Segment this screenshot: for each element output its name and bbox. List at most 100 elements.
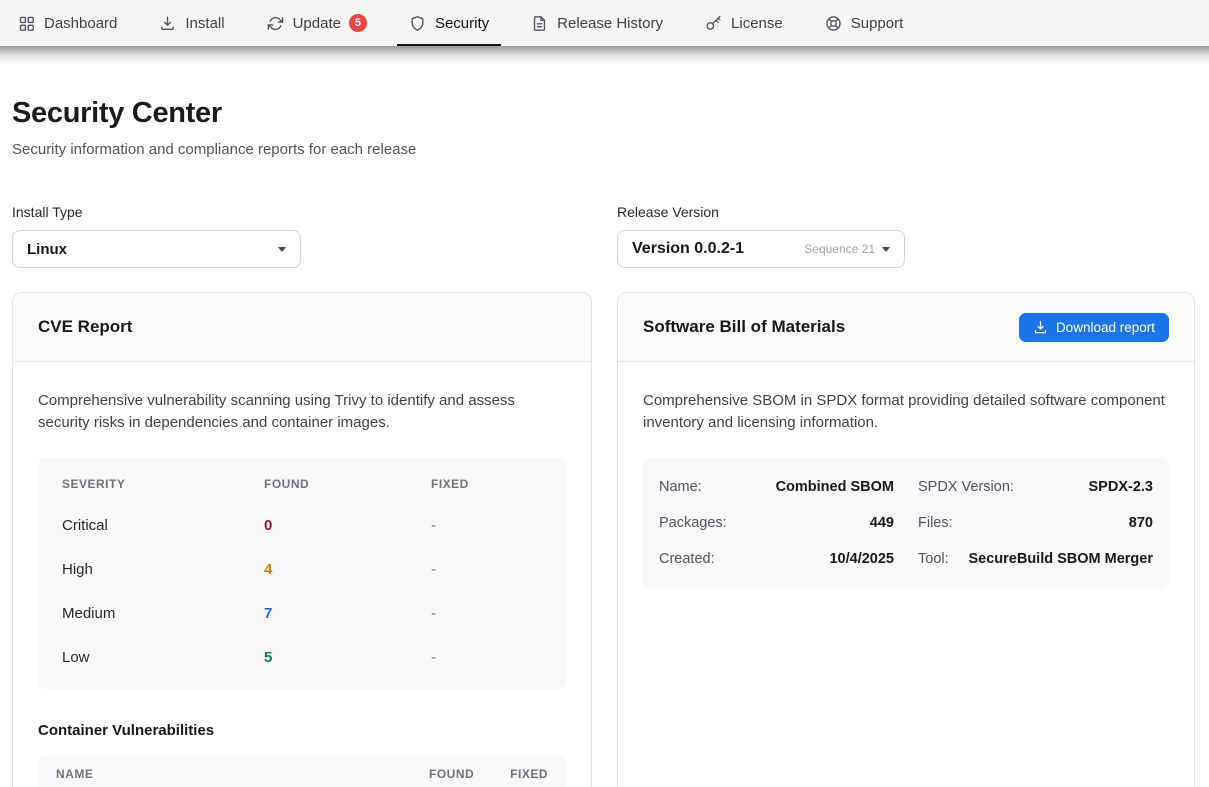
- nav-item-security[interactable]: Security: [397, 0, 501, 46]
- sbom-detail-files: Files: 870: [918, 505, 1153, 541]
- detail-label: Created:: [659, 551, 715, 567]
- release-version-filter: Release Version Version 0.0.2-1 Sequence…: [617, 204, 1195, 268]
- severity-table-header: SEVERITY FOUND FIXED: [38, 465, 566, 503]
- detail-label: Name:: [659, 479, 702, 495]
- update-count-badge: 5: [349, 14, 367, 32]
- nav-label: License: [731, 15, 783, 32]
- sbom-details-grid: Name: Combined SBOM SPDX Version: SPDX-2…: [659, 469, 1153, 577]
- table-row: Low 5 -: [38, 635, 566, 679]
- nav-label: Security: [435, 15, 489, 32]
- fixed-column-header: FIXED: [431, 477, 542, 491]
- nav-label: Update: [293, 15, 341, 32]
- download-report-button[interactable]: Download report: [1019, 313, 1169, 342]
- sbom-details-box: Name: Combined SBOM SPDX Version: SPDX-2…: [643, 457, 1169, 589]
- top-navbar: Dashboard Install Update 5 Security: [0, 0, 1209, 46]
- shield-icon: [409, 15, 426, 32]
- refresh-icon: [267, 15, 284, 32]
- nav-item-install[interactable]: Install: [147, 0, 236, 46]
- severity-label: Medium: [62, 605, 264, 622]
- sbom-detail-created: Created: 10/4/2025: [659, 541, 894, 577]
- sbom-card-body: Comprehensive SBOM in SPDX format provid…: [618, 362, 1194, 617]
- container-vulnerabilities-section: Container Vulnerabilities NAME FOUND FIX…: [38, 722, 566, 787]
- nav-label: Install: [185, 15, 224, 32]
- nav-scroll-shadow: [0, 46, 1209, 65]
- table-row: High 4 -: [38, 547, 566, 591]
- release-version-value: Version 0.0.2-1: [632, 240, 744, 258]
- detail-value: 870: [1129, 515, 1153, 531]
- found-count: 4: [264, 561, 431, 578]
- found-count: 0: [264, 517, 431, 534]
- sbom-detail-spdx-version: SPDX Version: SPDX-2.3: [918, 469, 1153, 505]
- chevron-down-icon: [278, 247, 286, 252]
- lifebuoy-icon: [825, 15, 842, 32]
- severity-label: Critical: [62, 517, 264, 534]
- cve-description: Comprehensive vulnerability scanning usi…: [38, 390, 566, 433]
- download-report-label: Download report: [1056, 320, 1155, 335]
- download-icon: [159, 15, 176, 32]
- severity-label: High: [62, 561, 264, 578]
- detail-label: Packages:: [659, 515, 727, 531]
- download-icon: [1033, 320, 1048, 335]
- fixed-column-header: FIXED: [510, 767, 548, 781]
- cve-card-body: Comprehensive vulnerability scanning usi…: [13, 362, 591, 787]
- found-column-header: FOUND: [429, 767, 474, 781]
- fixed-count: -: [431, 649, 542, 666]
- sbom-card-header: Software Bill of Materials Download repo…: [618, 293, 1194, 362]
- name-column-header: NAME: [56, 767, 429, 781]
- detail-label: SPDX Version:: [918, 479, 1014, 495]
- install-type-filter: Install Type Linux: [12, 204, 592, 268]
- fixed-count: -: [431, 605, 542, 622]
- found-count: 7: [264, 605, 431, 622]
- main-content: Security Center Security information and…: [0, 97, 1209, 787]
- nav-item-license[interactable]: License: [693, 0, 795, 46]
- sequence-badge: Sequence 21: [804, 242, 875, 256]
- fixed-count: -: [431, 561, 542, 578]
- found-count: 5: [264, 649, 431, 666]
- detail-label: Tool:: [918, 551, 949, 567]
- detail-value: 10/4/2025: [829, 551, 894, 567]
- nav-label: Support: [851, 15, 904, 32]
- nav-item-update[interactable]: Update 5: [255, 0, 379, 46]
- sbom-detail-name: Name: Combined SBOM: [659, 469, 894, 505]
- sbom-detail-tool: Tool: SecureBuild SBOM Merger: [918, 541, 1153, 577]
- chevron-down-icon: [882, 247, 890, 252]
- sbom-card: Software Bill of Materials Download repo…: [617, 292, 1195, 787]
- detail-value: SPDX-2.3: [1089, 479, 1153, 495]
- container-table-header: NAME FOUND FIXED: [38, 755, 566, 787]
- install-type-value: Linux: [27, 241, 67, 258]
- cve-card-header: CVE Report: [13, 293, 591, 362]
- release-version-label: Release Version: [617, 204, 1195, 220]
- container-vulnerabilities-title: Container Vulnerabilities: [38, 722, 566, 739]
- dashboard-grid-icon: [18, 15, 35, 32]
- sbom-description: Comprehensive SBOM in SPDX format provid…: [643, 390, 1169, 433]
- detail-label: Files:: [918, 515, 953, 531]
- nav-item-release-history[interactable]: Release History: [519, 0, 675, 46]
- severity-table: SEVERITY FOUND FIXED Critical 0 - High 4…: [38, 457, 566, 689]
- document-icon: [531, 15, 548, 32]
- found-column-header: FOUND: [264, 477, 431, 491]
- nav-label: Dashboard: [44, 15, 117, 32]
- table-row: Critical 0 -: [38, 503, 566, 547]
- sbom-card-title: Software Bill of Materials: [643, 317, 845, 337]
- detail-value: SecureBuild SBOM Merger: [968, 551, 1153, 567]
- nav-item-support[interactable]: Support: [813, 0, 916, 46]
- severity-column-header: SEVERITY: [62, 477, 264, 491]
- severity-label: Low: [62, 649, 264, 666]
- sbom-detail-packages: Packages: 449: [659, 505, 894, 541]
- key-icon: [705, 15, 722, 32]
- release-version-select[interactable]: Version 0.0.2-1 Sequence 21: [617, 230, 905, 268]
- nav-label: Release History: [557, 15, 663, 32]
- cve-card-title: CVE Report: [38, 317, 132, 337]
- page-subtitle: Security information and compliance repo…: [12, 141, 1197, 158]
- cve-report-card: CVE Report Comprehensive vulnerability s…: [12, 292, 592, 787]
- install-type-select[interactable]: Linux: [12, 230, 301, 268]
- page-title: Security Center: [12, 97, 1197, 130]
- detail-value: Combined SBOM: [776, 479, 894, 495]
- fixed-count: -: [431, 517, 542, 534]
- detail-value: 449: [870, 515, 894, 531]
- filters-row: Install Type Linux Release Version Versi…: [12, 204, 1197, 268]
- cards-row: CVE Report Comprehensive vulnerability s…: [12, 292, 1197, 787]
- nav-item-dashboard[interactable]: Dashboard: [6, 0, 129, 46]
- table-row: Medium 7 -: [38, 591, 566, 635]
- install-type-label: Install Type: [12, 204, 592, 220]
